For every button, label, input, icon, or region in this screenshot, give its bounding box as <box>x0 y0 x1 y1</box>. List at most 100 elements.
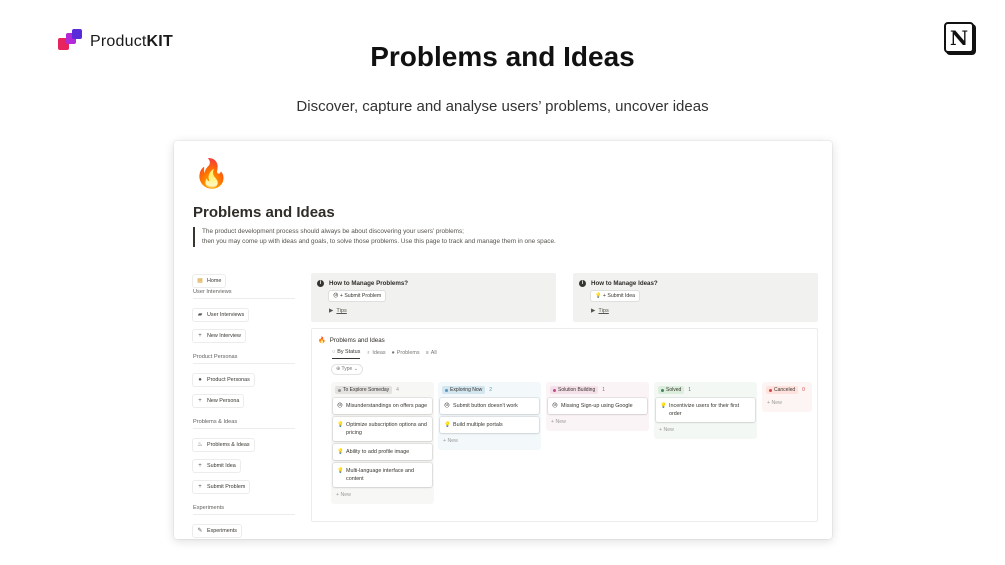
sidebar-item-user-interviews[interactable]: ▰ User Interviews <box>193 308 249 321</box>
status-label: To Explore Someday <box>343 387 390 393</box>
status-badge: Solution Building <box>550 386 599 394</box>
column-count: 1 <box>688 387 692 393</box>
sidebar-item-new-persona[interactable]: + New Persona <box>193 395 244 407</box>
column-count: 0 <box>802 387 805 393</box>
tab-label: Ideas <box>372 349 386 356</box>
new-card-button[interactable]: + New <box>333 490 432 500</box>
board-column: Solved 1 💡 Incentivize users for their firs… <box>654 382 757 439</box>
home-button[interactable]: ▦ Home <box>193 274 226 287</box>
board-card[interactable]: 😓 Misunderstandings on offers page <box>333 398 432 414</box>
type-filter[interactable]: ⊕ Type ⌄ <box>332 365 362 374</box>
board-column: Exploring Now 2 😓 Submit button doesn't wor… <box>438 382 541 450</box>
tips-label: Tips <box>336 308 347 314</box>
list-icon: ≡ <box>425 349 429 356</box>
ideas-callout: i How to Manage Ideas? 💡 + Submit Idea ▶… <box>573 273 818 322</box>
card-title: Build multiple portals <box>453 422 503 428</box>
column-header: Exploring Now 2 <box>440 385 539 395</box>
card-title: Incentivize users for their first order <box>669 403 740 417</box>
column-count: 2 <box>489 387 493 393</box>
quote-line: then you may come up with ideas and goal… <box>202 238 556 245</box>
column-count: 1 <box>602 387 606 393</box>
tips-toggle[interactable]: ▶ Tips <box>329 308 347 314</box>
sidebar-item-submit-idea[interactable]: + Submit Idea <box>193 460 240 472</box>
sidebar-item-new-interview[interactable]: + New Interview <box>193 330 245 342</box>
sidebar-item-problems-ideas[interactable]: ♨ Problems & Ideas <box>193 438 254 451</box>
status-dot-icon <box>445 388 448 392</box>
callout-title: How to Manage Problems? <box>329 280 409 287</box>
quote-line: The product development process should a… <box>202 228 464 235</box>
status-badge: Exploring Now <box>442 386 486 394</box>
tab-label: Problems <box>396 349 420 356</box>
person-icon: ● <box>198 377 202 383</box>
column-header: Solved 1 <box>656 385 755 395</box>
card-title: Missing Sign-up using Google <box>561 403 633 409</box>
card-title: Optimize subscription options and pricin… <box>346 422 427 436</box>
submit-problem-button[interactable]: 😓 + Submit Problem <box>329 291 386 301</box>
home-label: Home <box>207 277 222 284</box>
sidebar: ▦ Home User Interviews ▰ User Interviews + N… <box>193 269 295 539</box>
chat-bubbles-icon: ▰ <box>197 312 203 318</box>
column-header: Canceled 0 <box>764 385 810 395</box>
board-card[interactable]: 💡 Ability to add profile image <box>333 444 432 460</box>
new-card-button[interactable]: + New <box>656 425 755 435</box>
submit-idea-button[interactable]: 💡 + Submit Idea <box>591 291 640 301</box>
sidebar-item-label: New Interview <box>207 333 241 339</box>
sidebar-item-submit-problem[interactable]: + Submit Problem <box>193 481 250 493</box>
fire-icon: 🔥 <box>194 158 229 189</box>
board-card[interactable]: 😓 Submit button doesn't work <box>440 398 539 414</box>
home-grid-icon: ▦ <box>197 278 203 284</box>
info-icon: i <box>317 280 324 287</box>
plus-icon: + <box>198 463 202 469</box>
board-card[interactable]: 😓 Missing Sign-up using Google <box>548 398 647 414</box>
bulb-icon: 💡 <box>337 468 344 474</box>
sidebar-item-experiments[interactable]: ✎ Experiments <box>193 524 241 537</box>
sidebar-item-label: User Interviews <box>207 311 245 318</box>
card-title: Multi-language interface and content <box>346 468 415 482</box>
sidebar-item-label: Product Personas <box>207 377 250 383</box>
bulb-icon: 💡 <box>337 422 344 428</box>
board-card[interactable]: 💡 Incentivize users for their first order <box>656 398 755 422</box>
info-icon: i <box>579 280 586 287</box>
status-dot-icon <box>553 388 556 392</box>
plus-icon: + <box>198 398 202 404</box>
tab-problems[interactable]: ● Problems <box>392 349 420 359</box>
sidebar-item-product-personas[interactable]: ● Product Personas <box>193 374 254 386</box>
board-card[interactable]: 💡 Optimize subscription options and prici… <box>333 417 432 441</box>
tab-label: By Status <box>337 349 361 355</box>
sidebar-section: Problems & Ideas ♨ Problems & Ideas + Submit… <box>193 419 295 493</box>
board-card[interactable]: 💡 Multi-language interface and content <box>333 463 432 487</box>
tab-label: All <box>430 349 437 356</box>
card-title: Ability to add profile image <box>346 449 410 455</box>
board-column: To Explore Someday 4 😓 Misunderstandings on… <box>331 382 434 504</box>
sidebar-item-label: Submit Idea <box>207 463 236 469</box>
tips-toggle[interactable]: ▶ Tips <box>591 308 609 314</box>
status-label: Exploring Now <box>450 387 483 393</box>
sidebar-section: Product Personas ● Product Personas + New Pe… <box>193 354 295 407</box>
sidebar-section-heading: Problems & Ideas <box>193 419 295 429</box>
board-card[interactable]: 💡 Build multiple portals <box>440 417 539 433</box>
tab-all[interactable]: ≡ All <box>426 349 437 359</box>
board-title[interactable]: 🔥 Problems and Ideas <box>318 336 385 345</box>
hero-title: Problems and Ideas <box>370 41 635 72</box>
tab-by-status[interactable]: ◌ By Status <box>332 349 361 359</box>
sweat-face-icon: 😓 <box>337 403 343 409</box>
sidebar-section-heading: Product Personas <box>193 354 295 364</box>
new-card-button[interactable]: + New <box>440 436 539 446</box>
column-header: To Explore Someday 4 <box>333 385 432 395</box>
view-tabs: ◌ By Status ♁ Ideas ● Problems ≡ All <box>332 349 437 359</box>
status-badge: Canceled <box>766 386 799 394</box>
tab-ideas[interactable]: ♁ Ideas <box>366 349 385 359</box>
bulb-icon: 💡 <box>444 422 451 428</box>
status-label: Solved <box>666 387 682 393</box>
fire-icon: 🔥 <box>318 337 326 344</box>
sweat-face-icon: 😓 <box>444 403 450 409</box>
card-title: Submit button doesn't work <box>453 403 518 409</box>
sidebar-section-heading: User Interviews <box>193 289 295 299</box>
sidebar-section: Experiments✎Experiments+New Experiment <box>193 505 295 539</box>
status-badge: To Explore Someday <box>335 386 393 394</box>
new-card-button[interactable]: + New <box>764 398 810 408</box>
sidebar-section-heading: Experiments <box>193 505 295 515</box>
plus-icon: + <box>198 484 202 490</box>
board-title-label: Problems and Ideas <box>329 336 385 344</box>
new-card-button[interactable]: + New <box>548 417 647 427</box>
